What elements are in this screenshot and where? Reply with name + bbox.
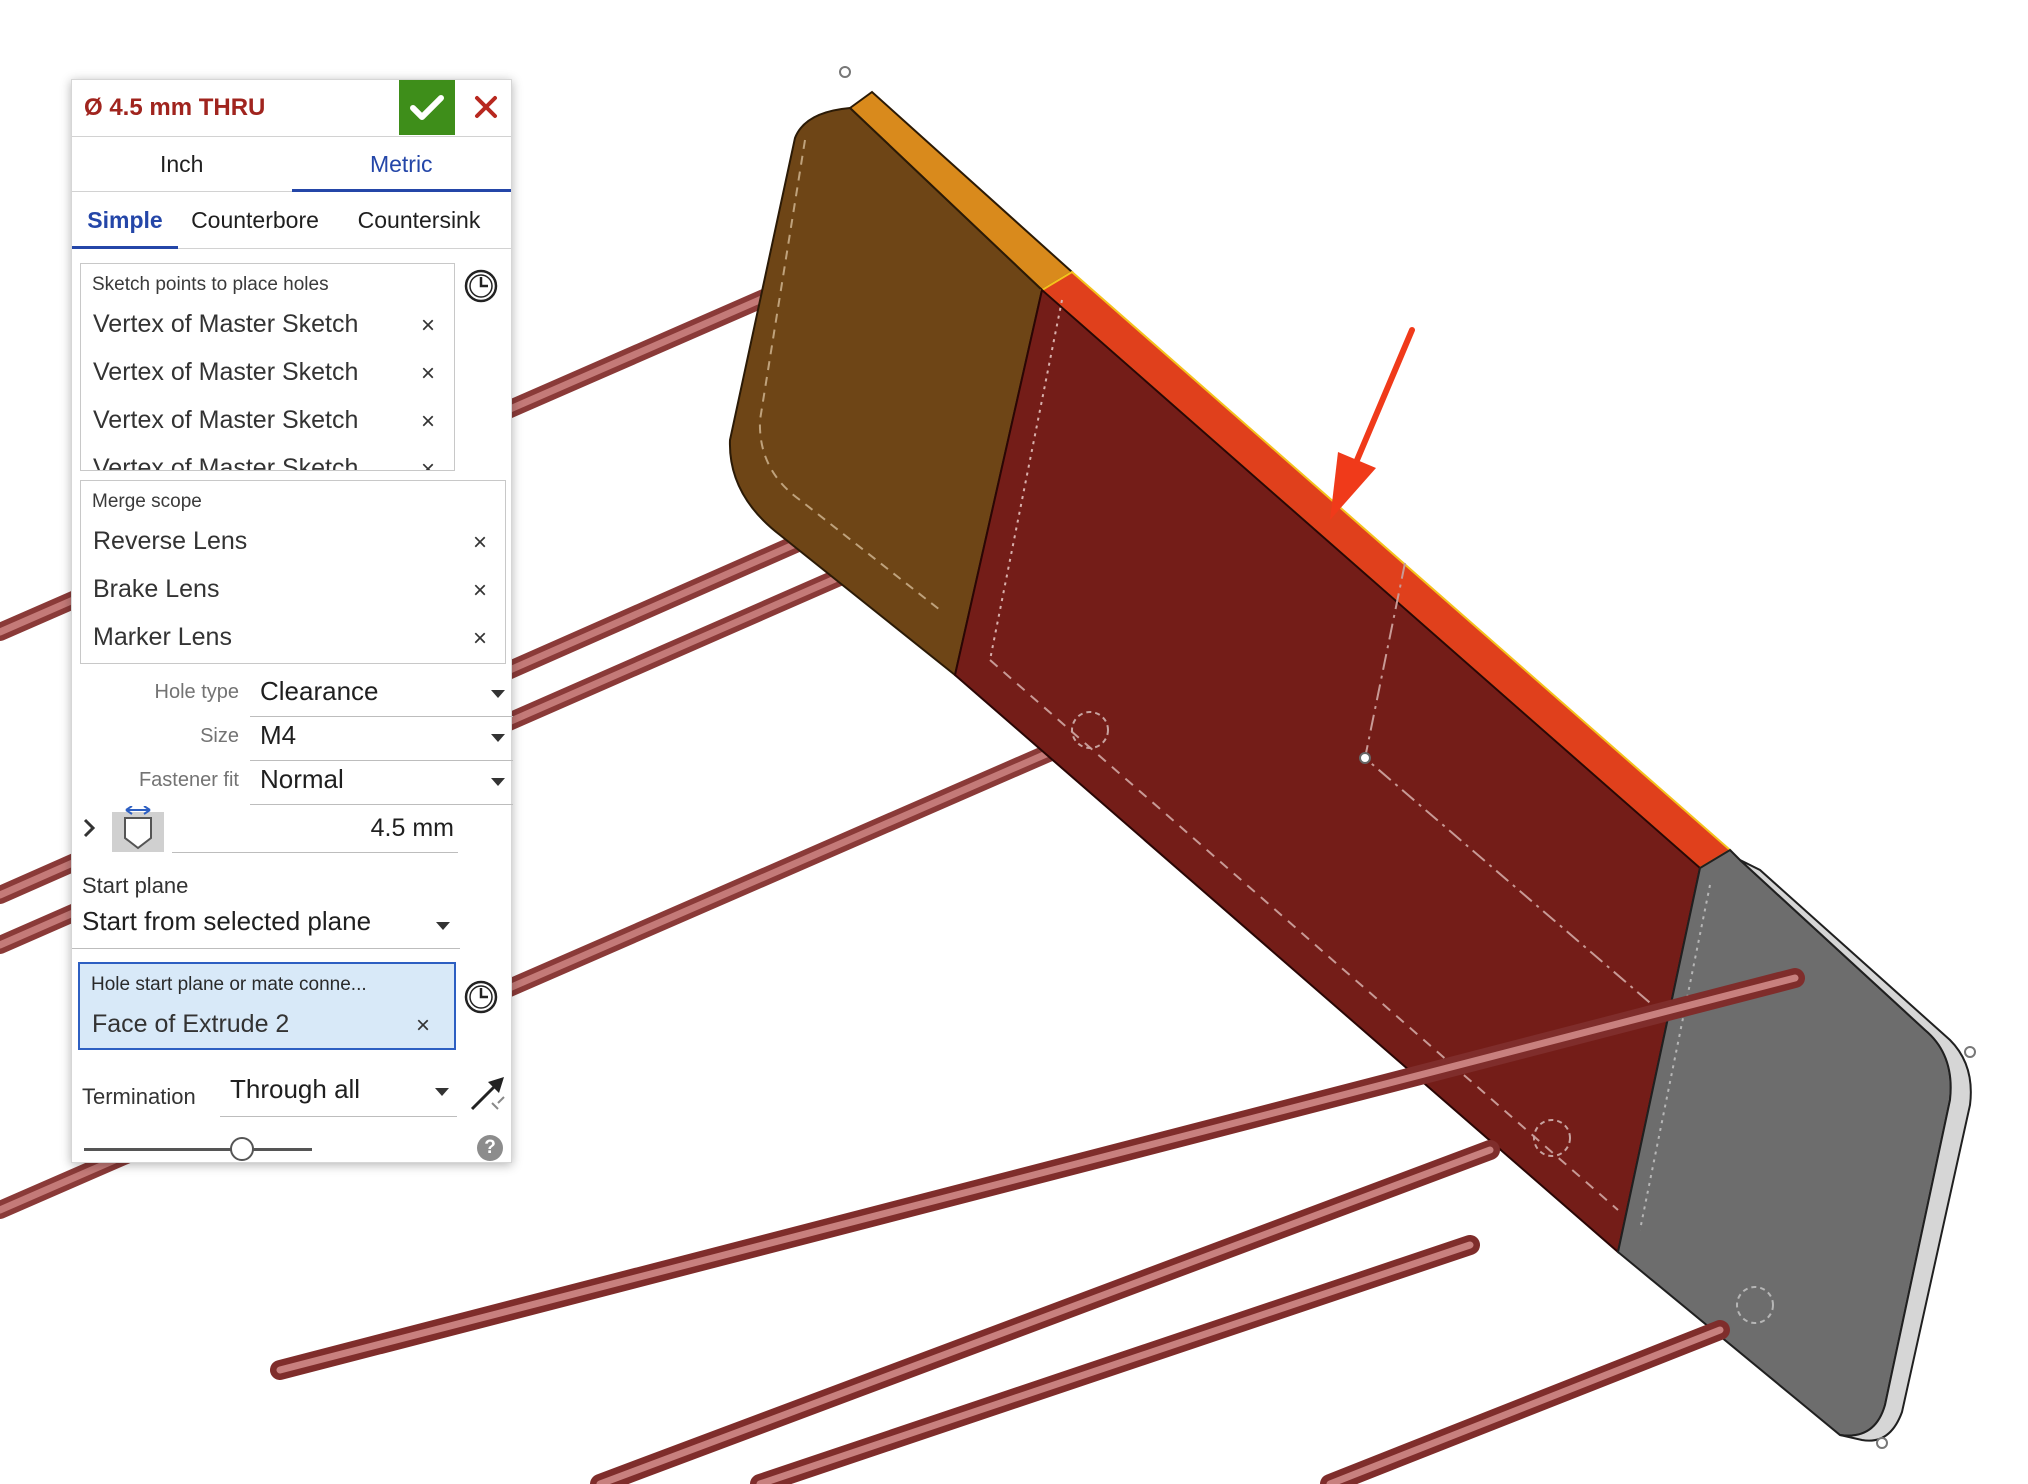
list-item[interactable]: Reverse Lens: [93, 527, 247, 556]
tab-simple[interactable]: Simple: [72, 192, 178, 249]
list-item[interactable]: Vertex of Master Sketch: [93, 454, 358, 470]
dialog-header: Ø 4.5 mm THRU: [72, 80, 511, 137]
hole-start-plane-field[interactable]: Hole start plane or mate conne... Face o…: [78, 962, 456, 1050]
tab-metric[interactable]: Metric: [291, 137, 512, 192]
remove-item-button[interactable]: ×: [473, 625, 487, 653]
remove-item-button[interactable]: ×: [473, 529, 487, 557]
hole-type-value: Clearance: [260, 676, 379, 706]
chevron-down-icon: [435, 1088, 449, 1096]
list-item[interactable]: Vertex of Master Sketch: [93, 310, 358, 339]
annotation-arrow: [1330, 327, 1415, 520]
merge-scope-field[interactable]: Merge scope Reverse Lens × Brake Lens × …: [80, 480, 506, 664]
hole-start-plane-label: Hole start plane or mate conne...: [91, 974, 367, 995]
chevron-down-icon: [491, 734, 505, 742]
termination-select[interactable]: Through all: [220, 1070, 457, 1117]
remove-item-button[interactable]: ×: [421, 312, 435, 340]
remove-item-button[interactable]: ×: [416, 1012, 430, 1040]
history-clock-icon[interactable]: [463, 979, 499, 1015]
tab-counterbore[interactable]: Counterbore: [178, 192, 332, 248]
remove-item-button[interactable]: ×: [473, 577, 487, 605]
chevron-down-icon: [491, 690, 505, 698]
close-icon: [475, 96, 497, 118]
termination-value: Through all: [230, 1074, 361, 1104]
hole-start-plane-value[interactable]: Face of Extrude 2: [92, 1010, 289, 1039]
cancel-button[interactable]: [464, 82, 508, 132]
preview-slider-knob[interactable]: [230, 1137, 254, 1161]
dialog-title: Ø 4.5 mm THRU: [84, 94, 266, 121]
unit-tabs: Inch Metric: [72, 137, 511, 192]
sketch-points-field[interactable]: Sketch points to place holes Vertex of M…: [80, 263, 455, 471]
direction-arrow-icon[interactable]: [468, 1073, 508, 1113]
fastener-fit-select[interactable]: Normal: [250, 760, 513, 805]
list-item[interactable]: Brake Lens: [93, 575, 219, 604]
start-plane-label: Start plane: [82, 873, 189, 898]
history-clock-icon[interactable]: [463, 268, 499, 304]
diameter-value: 4.5 mm: [370, 814, 454, 842]
diameter-input[interactable]: 4.5 mm: [172, 810, 458, 853]
remove-item-button[interactable]: ×: [421, 408, 435, 436]
remove-item-button[interactable]: ×: [421, 360, 435, 388]
checkmark-icon: [410, 94, 444, 120]
fastener-fit-value: Normal: [260, 764, 344, 794]
size-label: Size: [200, 725, 239, 747]
start-plane-value: Start from selected plane: [82, 906, 372, 936]
termination-label: Termination: [82, 1084, 196, 1109]
chevron-right-icon[interactable]: [82, 817, 96, 839]
tab-inch[interactable]: Inch: [72, 137, 292, 191]
list-item[interactable]: Marker Lens: [93, 623, 232, 652]
hole-type-label: Hole type: [154, 681, 240, 703]
hole-style-tabs: Simple Counterbore Countersink: [72, 192, 511, 249]
sketch-points-label: Sketch points to place holes: [92, 274, 329, 295]
chevron-down-icon: [436, 922, 450, 930]
size-select[interactable]: M4: [250, 716, 513, 761]
list-item[interactable]: Vertex of Master Sketch: [93, 406, 358, 435]
sketch-vertex-marker[interactable]: [839, 66, 851, 78]
size-value: M4: [260, 720, 297, 750]
list-item[interactable]: Vertex of Master Sketch: [93, 358, 358, 387]
fastener-fit-label: Fastener fit: [138, 769, 239, 791]
chevron-down-icon: [491, 778, 505, 786]
confirm-button[interactable]: [399, 80, 455, 135]
remove-item-button[interactable]: ×: [421, 456, 435, 470]
hole-type-select[interactable]: Clearance: [250, 672, 513, 717]
hole-feature-dialog: Ø 4.5 mm THRU Inch Metric Simple Counter…: [71, 79, 513, 1163]
hole-diameter-icon: [112, 806, 164, 852]
preview-slider-track[interactable]: [84, 1148, 312, 1151]
tab-countersink[interactable]: Countersink: [332, 192, 506, 248]
start-plane-select[interactable]: Start from selected plane: [72, 902, 460, 949]
help-icon[interactable]: ?: [477, 1135, 503, 1161]
merge-scope-label: Merge scope: [92, 491, 202, 512]
